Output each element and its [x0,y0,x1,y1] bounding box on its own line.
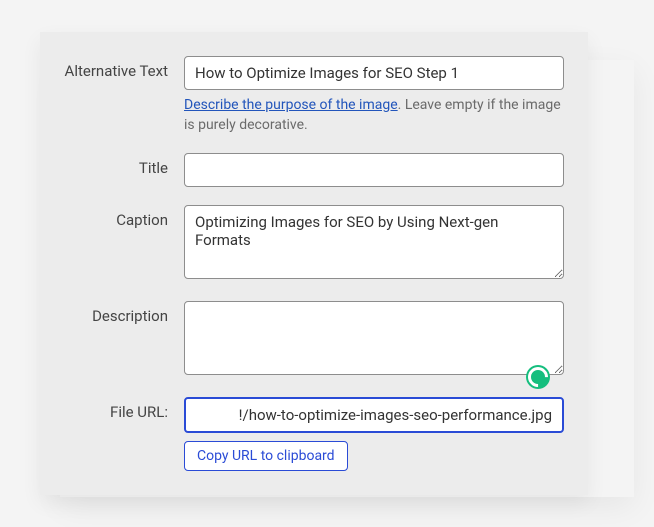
alt-text-hint-link[interactable]: Describe the purpose of the image [184,97,398,113]
file-url-label: File URL: [64,397,184,421]
alt-text-label: Alternative Text [64,56,184,80]
grammarly-icon[interactable] [526,365,550,389]
title-input[interactable] [184,153,564,187]
title-label: Title [64,153,184,177]
alt-text-input[interactable] [184,56,564,90]
caption-label: Caption [64,205,184,229]
description-textarea[interactable] [184,301,564,375]
description-label: Description [64,301,184,325]
file-url-input[interactable] [184,397,564,433]
copy-url-button[interactable]: Copy URL to clipboard [184,441,348,471]
caption-textarea[interactable] [184,205,564,279]
alt-text-hint: Describe the purpose of the image. Leave… [184,96,564,135]
attachment-details-panel: Alternative Text Describe the purpose of… [40,32,588,495]
